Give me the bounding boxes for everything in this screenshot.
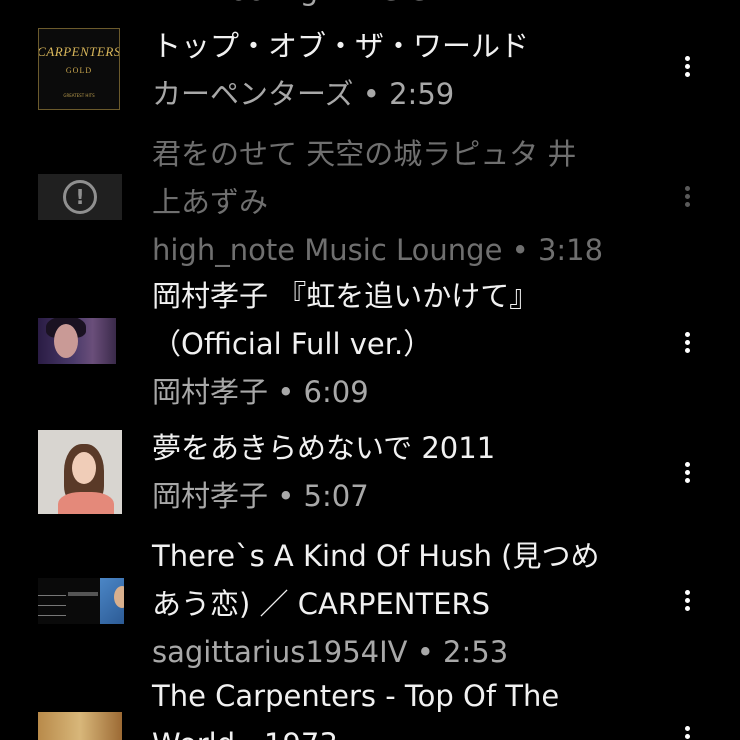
video-title[interactable]: 君をのせて 天空の城ラピュタ 井	[152, 130, 652, 178]
list-item[interactable]: CARPENTERS GOLD GREATEST HITS トップ・オブ・ザ・ワ…	[0, 22, 740, 120]
thumbnail-text	[38, 586, 66, 624]
more-vert-icon[interactable]	[670, 48, 704, 84]
video-thumbnail[interactable]	[38, 712, 122, 740]
video-meta: sagittarius1954IV • 2:53	[152, 635, 509, 669]
more-vert-icon[interactable]	[670, 454, 704, 490]
video-meta: 岡村孝子 • 6:09	[152, 375, 369, 409]
list-item-meta: Mr. Moonlight • 3:32	[152, 0, 449, 10]
more-vert-icon[interactable]	[670, 178, 704, 214]
video-title-line2[interactable]: 上あずみ	[152, 178, 652, 226]
video-thumbnail[interactable]	[38, 578, 124, 624]
video-title[interactable]: 夢をあきらめないで 2011	[152, 424, 652, 472]
video-thumbnail[interactable]: !	[38, 174, 122, 220]
thumbnail-face	[72, 452, 96, 484]
list-item[interactable]: ! 君をのせて 天空の城ラピュタ 井 上あずみ high_note Music …	[0, 130, 740, 270]
thumbnail-text	[68, 592, 98, 596]
playlist: Mr. Moonlight • 3:32 CARPENTERS GOLD GRE…	[0, 0, 740, 740]
more-vert-icon[interactable]	[670, 718, 704, 740]
video-thumbnail[interactable]	[38, 430, 122, 514]
thumbnail-face	[114, 586, 124, 608]
video-title[interactable]: The Carpenters - Top Of The	[152, 672, 652, 720]
video-meta: 岡村孝子 • 5:07	[152, 479, 369, 513]
list-item[interactable]: The Carpenters - Top Of The World - 1973	[0, 672, 740, 740]
more-vert-icon[interactable]	[670, 582, 704, 618]
video-meta: カーペンターズ • 2:59	[152, 77, 455, 111]
error-icon: !	[63, 180, 97, 214]
video-title[interactable]: 岡村孝子 『虹を追いかけて』	[152, 272, 652, 320]
video-title-line2[interactable]: World - 1973	[152, 720, 652, 740]
video-meta: high_note Music Lounge • 3:18	[152, 233, 604, 267]
list-item[interactable]: 夢をあきらめないで 2011 岡村孝子 • 5:07	[0, 424, 740, 524]
thumbnail-face	[54, 324, 78, 358]
thumbnail-body	[58, 492, 114, 514]
video-title-line2[interactable]: あう恋) ／ CARPENTERS	[152, 580, 652, 628]
carpenters-logo: CARPENTERS	[38, 44, 120, 59]
video-title[interactable]: トップ・オブ・ザ・ワールド	[152, 22, 652, 70]
more-vert-icon[interactable]	[670, 324, 704, 360]
album-caption: GREATEST HITS	[63, 93, 95, 98]
video-thumbnail[interactable]: CARPENTERS GOLD GREATEST HITS	[38, 28, 120, 110]
video-thumbnail[interactable]	[38, 318, 116, 364]
list-item[interactable]: There`s A Kind Of Hush (見つめ あう恋) ／ CARPE…	[0, 532, 740, 672]
video-title-line2[interactable]: （Official Full ver.）	[152, 320, 652, 368]
video-title[interactable]: There`s A Kind Of Hush (見つめ	[152, 532, 652, 580]
list-item[interactable]: 岡村孝子 『虹を追いかけて』 （Official Full ver.） 岡村孝子…	[0, 272, 740, 418]
album-subtitle: GOLD	[65, 66, 93, 75]
